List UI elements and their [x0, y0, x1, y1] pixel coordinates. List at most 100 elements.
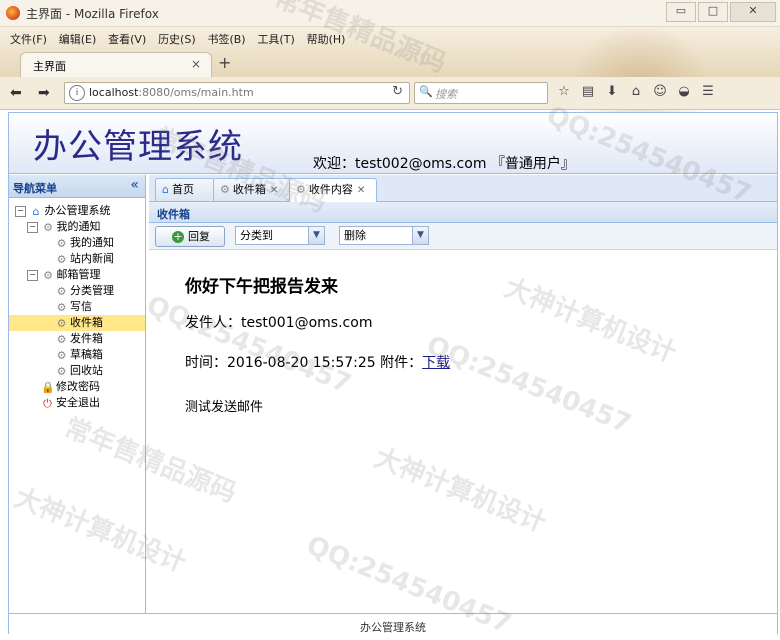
firefox-icon — [6, 6, 20, 20]
close-window-button[interactable]: ✕ — [730, 2, 776, 22]
menu-bookmarks[interactable]: 书签(B) — [207, 31, 245, 47]
close-tab-icon[interactable]: ✕ — [270, 185, 278, 196]
menu-help[interactable]: 帮助(H) — [307, 31, 346, 47]
footer-text: 办公管理系统 — [360, 621, 426, 634]
gear-icon: ⚙ — [56, 364, 67, 378]
menu-edit[interactable]: 编辑(E) — [59, 31, 97, 47]
window-title: 主界面 - Mozilla Firefox — [26, 7, 159, 21]
collapse-icon[interactable]: « — [130, 177, 139, 193]
gear-icon: ⚙ — [296, 183, 306, 196]
tree-node-categories[interactable]: ⚙ 分类管理 — [9, 283, 145, 299]
tree-node-inbox[interactable]: ⚙ 收件箱 — [9, 315, 145, 331]
content-tabbar: ⌂ 首页 ⚙ 收件箱 ✕ ⚙ 收件内容 ✕ — [149, 175, 777, 202]
add-icon: + — [172, 230, 184, 243]
menu-file[interactable]: 文件(F) — [10, 31, 47, 47]
chevron-down-icon[interactable]: ▼ — [308, 227, 324, 244]
tree-node-root[interactable]: − ⌂ 办公管理系统 — [9, 203, 145, 219]
browser-tab-strip: 主界面 × + — [0, 29, 780, 149]
tree-node-logout[interactable]: ⏻ 安全退出 — [9, 395, 145, 411]
main-panel: ⌂ 首页 ⚙ 收件箱 ✕ ⚙ 收件内容 ✕ 收件箱 + 回复 分类到 ▼ 删除 ▼ — [149, 175, 777, 613]
home-icon[interactable]: ⌂ — [628, 84, 644, 100]
expand-toggle-icon[interactable]: − — [15, 205, 26, 217]
close-tab-icon[interactable]: ✕ — [357, 185, 365, 196]
tab-mail-content[interactable]: ⚙ 收件内容 ✕ — [289, 178, 377, 202]
tree-node-mailbox[interactable]: − ⚙ 邮箱管理 — [9, 267, 145, 283]
tree-node-sent[interactable]: ⚙ 发件箱 — [9, 331, 145, 347]
menu-view[interactable]: 查看(V) — [108, 31, 146, 47]
app-header: 办公管理系统 欢迎：test002@oms.com 『普通用户』 — [9, 113, 777, 174]
tree-node-compose[interactable]: ⚙ 写信 — [9, 299, 145, 315]
gear-icon: ⚙ — [43, 220, 53, 234]
gear-icon: ⚙ — [56, 300, 67, 314]
info-icon[interactable]: i — [69, 85, 85, 101]
reading-list-icon[interactable]: ▤ — [580, 84, 596, 100]
mail-time: 2016-08-20 15:57:25 — [227, 355, 376, 371]
search-placeholder: 搜索 — [435, 88, 457, 101]
menu-history[interactable]: 历史(S) — [158, 31, 196, 47]
app-window: 办公管理系统 欢迎：test002@oms.com 『普通用户』 导航菜单 « … — [8, 112, 778, 634]
chevron-down-icon[interactable]: ▼ — [412, 227, 428, 244]
maximize-button[interactable]: □ — [698, 2, 728, 22]
nav-tree: − ⌂ 办公管理系统 − ⚙ 我的通知 ⚙ 我的通知 ⚙ 站内新闻 − ⚙ 邮箱管理 ⚙ 分… — [9, 203, 145, 411]
hamburger-menu-icon[interactable]: ☰ — [700, 84, 716, 100]
mail-content: 你好下午把报告发来 发件人：test001@oms.com 时间：2016-08… — [149, 250, 777, 613]
app-logo-title: 办公管理系统 — [33, 127, 243, 167]
mail-from: 发件人：test001@oms.com — [185, 315, 373, 331]
expand-toggle-icon[interactable]: − — [27, 221, 38, 233]
back-arrow-icon[interactable]: ⬅ — [10, 85, 22, 101]
house-icon: ⌂ — [32, 204, 40, 218]
gear-icon: ⚙ — [56, 236, 67, 250]
minimize-button[interactable]: ▭ — [666, 2, 696, 22]
url-text[interactable]: localhost:8080/oms/main.htm — [89, 86, 254, 99]
mail-subject: 你好下午把报告发来 — [185, 277, 338, 297]
tree-node-drafts[interactable]: ⚙ 草稿箱 — [9, 347, 145, 363]
sidebar-title: 导航菜单 — [13, 182, 57, 195]
delete-select[interactable]: 删除 ▼ — [339, 226, 429, 245]
tab-home[interactable]: ⌂ 首页 — [155, 178, 215, 201]
hello-icon[interactable]: ☺ — [652, 84, 668, 100]
tree-node-trash[interactable]: ⚙ 回收站 — [9, 363, 145, 379]
classify-select[interactable]: 分类到 ▼ — [235, 226, 325, 245]
panel-header: 收件箱 — [149, 202, 777, 223]
app-footer: 办公管理系统 — [9, 613, 777, 634]
navigation-bar: ⬅ ➡ i localhost:8080/oms/main.htm ↻ 🔍 搜索… — [0, 77, 780, 110]
exit-icon: ⏻ — [43, 396, 52, 410]
welcome-text: 欢迎：test002@oms.com 『普通用户』 — [313, 156, 575, 172]
tree-node-news[interactable]: ⚙ 站内新闻 — [9, 251, 145, 267]
mail-body: 测试发送邮件 — [185, 400, 264, 415]
url-bar[interactable]: i localhost:8080/oms/main.htm ↻ — [64, 82, 410, 104]
sidebar-header: 导航菜单 « — [9, 175, 145, 198]
pocket-icon[interactable]: ◒ — [676, 84, 692, 100]
panel-title: 收件箱 — [157, 208, 190, 221]
tree-node-my-notices[interactable]: ⚙ 我的通知 — [9, 235, 145, 251]
mail-time-row: 时间：2016-08-20 15:57:25 附件：下载 — [185, 355, 451, 371]
home-icon: ⌂ — [162, 183, 169, 196]
tree-node-notices[interactable]: − ⚙ 我的通知 — [9, 219, 145, 235]
mail-toolbar: + 回复 分类到 ▼ 删除 ▼ — [149, 223, 777, 250]
reload-icon[interactable]: ↻ — [392, 84, 403, 99]
lock-icon: 🔒 — [41, 380, 55, 394]
tree-node-change-password[interactable]: 🔒修改密码 — [9, 379, 145, 395]
download-icon[interactable]: ⬇ — [604, 84, 620, 100]
tab-inbox[interactable]: ⚙ 收件箱 ✕ — [213, 178, 291, 201]
close-tab-icon[interactable]: × — [191, 57, 201, 71]
gear-icon: ⚙ — [56, 332, 67, 346]
nav-sidebar: 导航菜单 « − ⌂ 办公管理系统 − ⚙ 我的通知 ⚙ 我的通知 ⚙ 站内新闻 − ⚙… — [9, 175, 146, 613]
gear-icon: ⚙ — [56, 348, 67, 362]
browser-tab[interactable]: 主界面 × — [20, 52, 212, 78]
reply-button[interactable]: + 回复 — [155, 226, 225, 247]
gear-icon: ⚙ — [220, 183, 230, 196]
expand-toggle-icon[interactable]: − — [27, 269, 38, 281]
gear-icon: ⚙ — [56, 252, 67, 266]
sender-address: test001@oms.com — [241, 315, 373, 331]
gear-icon: ⚙ — [56, 316, 67, 330]
gear-icon: ⚙ — [43, 268, 53, 282]
search-box[interactable]: 🔍 搜索 — [414, 82, 548, 104]
forward-arrow-icon[interactable]: ➡ — [38, 85, 50, 101]
browser-tab-title: 主界面 — [33, 60, 66, 73]
search-icon: 🔍 — [419, 85, 433, 98]
new-tab-button[interactable]: + — [218, 53, 231, 72]
download-attachment-link[interactable]: 下载 — [422, 355, 450, 371]
menu-tools[interactable]: 工具(T) — [257, 31, 294, 47]
bookmark-star-icon[interactable]: ☆ — [556, 84, 572, 100]
